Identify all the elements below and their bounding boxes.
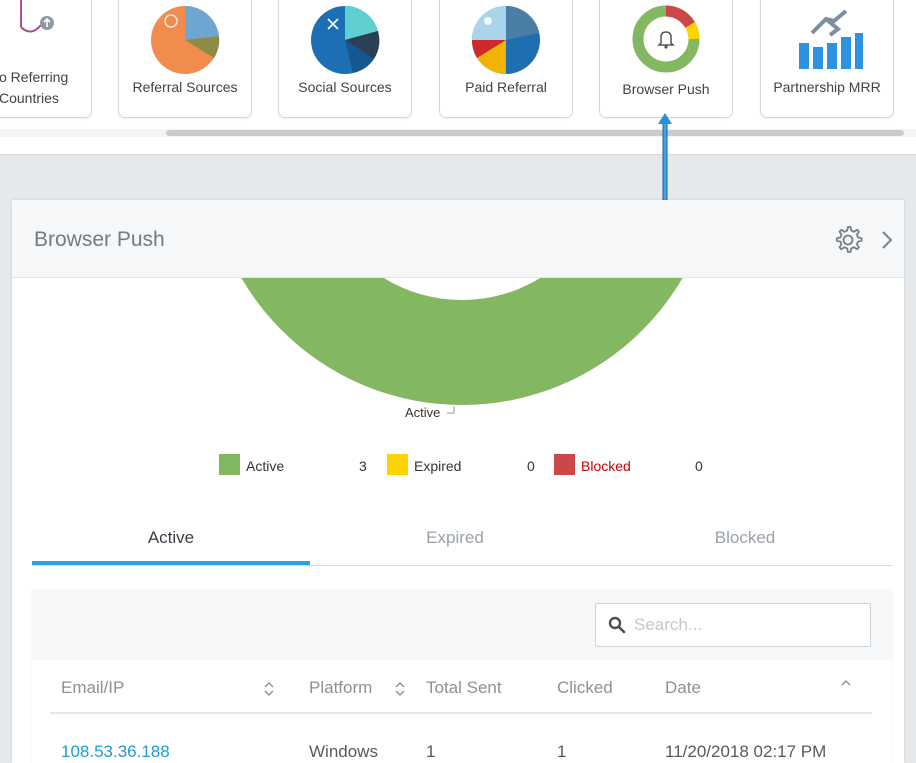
search-input[interactable] (634, 613, 854, 637)
column-header-date[interactable]: Date (665, 678, 701, 698)
legend-item-expired[interactable]: Expired 0 (387, 454, 547, 476)
legend-swatch (219, 454, 240, 475)
tab-active[interactable]: Active (32, 516, 310, 565)
sort-icon[interactable] (263, 680, 275, 698)
map-pin-icon (20, 0, 54, 33)
legend-label: Expired (414, 458, 462, 474)
legend-count: 3 (359, 458, 367, 474)
legend-count: 0 (695, 458, 703, 474)
panel-header: Browser Push (12, 200, 904, 278)
legend-swatch (387, 454, 408, 475)
tab-active-indicator (32, 561, 310, 565)
label-connector (447, 406, 455, 414)
legend-count: 0 (527, 458, 535, 474)
tab-blocked[interactable]: Blocked (606, 516, 884, 565)
table-card: Email/IP Platform Total Sent Clicked Dat… (32, 590, 892, 763)
card-browser-push[interactable]: Browser Push (599, 0, 733, 118)
cell-date: 11/20/2018 02:17 PM (665, 742, 827, 761)
chart-slice-active[interactable] (207, 278, 717, 405)
card-label: Browser Push (622, 81, 710, 97)
header-divider (50, 712, 872, 714)
cell-total-sent: 1 (426, 742, 436, 761)
card-label: Partnership MRR (773, 79, 881, 95)
legend-label: Active (246, 458, 285, 474)
chart-legend: Active 3 Expired 0 Blocked 0 (12, 454, 904, 478)
carousel-scroll-thumb[interactable] (166, 130, 904, 136)
card-referral-sources[interactable]: Referral Sources (118, 0, 252, 118)
legend-item-blocked[interactable]: Blocked 0 (554, 454, 714, 476)
bell-donut-icon (632, 5, 700, 73)
card-label: Paid Referral (465, 79, 547, 95)
tab-expired[interactable]: Expired (316, 516, 594, 565)
legend-item-active[interactable]: Active 3 (219, 454, 379, 476)
column-header-total-sent[interactable]: Total Sent (426, 678, 502, 698)
chevron-right-icon[interactable] (876, 226, 898, 254)
chart-slice-label: Active (405, 405, 458, 420)
gear-icon[interactable] (832, 224, 864, 256)
card-paid-referral[interactable]: Paid Referral (439, 0, 573, 118)
legend-swatch (554, 454, 575, 475)
cell-email-ip[interactable]: 108.53.36.188 (61, 742, 170, 762)
data-table: Email/IP Platform Total Sent Clicked Dat… (32, 660, 892, 763)
column-header-platform[interactable]: Platform (309, 678, 372, 698)
cell-clicked: 1 (557, 742, 567, 761)
handshake-bars-icon (799, 9, 863, 69)
card-partnership-mrr[interactable]: Partnership MRR (760, 0, 894, 118)
panel-title: Browser Push (34, 228, 165, 251)
card-social-sources[interactable]: Social Sources (278, 0, 412, 118)
legend-label: Blocked (581, 458, 631, 474)
card-top-referring-countries[interactable]: o Referring Countries (0, 0, 92, 118)
card-label: Social Sources (298, 79, 392, 95)
social-pie-icon (311, 5, 380, 74)
referral-pie-icon (151, 5, 220, 74)
sort-ascending-icon[interactable] (840, 676, 852, 694)
browser-push-panel: Browser Push Active Active 3 Expired 0 B… (12, 200, 904, 763)
sort-icon[interactable] (394, 680, 406, 698)
column-header-email-ip[interactable]: Email/IP (61, 678, 124, 698)
card-label: Referral Sources (132, 79, 238, 95)
search-icon (608, 616, 626, 634)
card-label: o Referring Countries (0, 69, 69, 106)
search-box[interactable] (595, 603, 871, 647)
widget-carousel: o Referring Countries Referral Sources S… (0, 0, 916, 155)
cell-platform: Windows (309, 742, 378, 761)
status-tabs: Active Expired Blocked (32, 516, 892, 566)
paid-pie-icon (471, 6, 540, 75)
column-header-clicked[interactable]: Clicked (557, 678, 613, 698)
